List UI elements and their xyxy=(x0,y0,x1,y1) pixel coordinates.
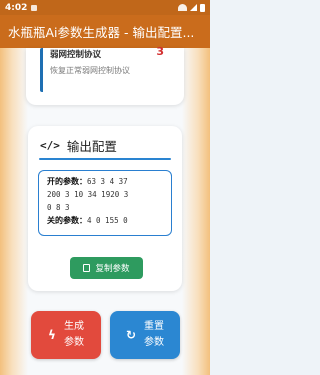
off-params-label: 关的参数： xyxy=(47,216,87,225)
reset-params-button[interactable]: ↻ 重置 参数 xyxy=(110,311,180,359)
output-title: 输出配置 xyxy=(66,139,117,154)
refresh-icon: ↻ xyxy=(125,328,137,342)
copy-params-label: 复制参数 xyxy=(95,264,130,274)
lightning-icon: ϟ xyxy=(48,328,56,342)
status-time: 4:02 xyxy=(5,2,28,13)
protocol-name: 弱网控制协议 xyxy=(50,50,102,60)
off-params-line: 关的参数：4 0 155 0 xyxy=(47,214,171,227)
notification-icon xyxy=(31,4,38,11)
generate-label: 生成 参数 xyxy=(64,319,84,351)
battery-icon xyxy=(200,3,205,12)
signal-icon xyxy=(190,4,197,11)
protocol-number: 3 xyxy=(156,45,164,58)
protocol-item[interactable]: 弱网控制协议 3 恢复正常弱网控制协议 xyxy=(40,45,168,92)
code-icon: </> xyxy=(40,139,60,152)
reset-label-line2: 参数 xyxy=(144,337,165,348)
reset-label-line1: 重置 xyxy=(144,321,165,332)
header-underline xyxy=(39,158,171,160)
copy-params-button[interactable]: 复制参数 xyxy=(70,257,143,279)
on-params-line: 开的参数：63 3 4 37 xyxy=(47,175,171,188)
wifi-icon xyxy=(178,4,187,11)
output-header: </> 输出配置 xyxy=(40,136,117,155)
generate-params-button[interactable]: ϟ 生成 参数 xyxy=(31,311,101,359)
off-params-values: 4 0 155 0 xyxy=(87,216,128,225)
on-params-label: 开的参数： xyxy=(47,177,87,186)
generate-label-line2: 参数 xyxy=(63,337,84,348)
protocol-description: 恢复正常弱网控制协议 xyxy=(50,66,130,75)
output-card: </> 输出配置 开的参数：63 3 4 37 200 3 10 34 1920… xyxy=(28,126,182,291)
on-params-values-1: 63 3 4 37 xyxy=(87,177,128,186)
clipboard-icon xyxy=(83,264,91,272)
on-params-values-3: 0 8 3 xyxy=(47,203,70,212)
status-icons xyxy=(178,3,205,12)
reset-label: 重置 参数 xyxy=(144,319,164,351)
on-params-values-2: 200 3 10 34 1920 3 xyxy=(47,190,129,199)
output-textbox[interactable]: 开的参数：63 3 4 37 200 3 10 34 1920 3 0 8 3 … xyxy=(38,170,172,236)
app-bar: 水瓶瓶Ai参数生成器 - 输出配置... xyxy=(0,15,210,48)
status-bar: 4:02 xyxy=(0,0,210,15)
generate-label-line1: 生成 xyxy=(63,321,84,332)
app-title: 水瓶瓶Ai参数生成器 - 输出配置... xyxy=(8,25,195,40)
